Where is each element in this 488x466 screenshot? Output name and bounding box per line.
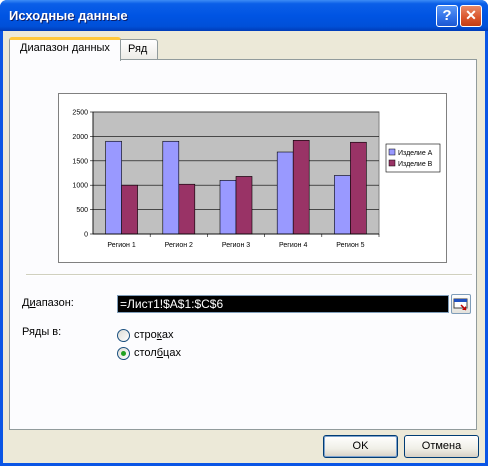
legend-swatch bbox=[388, 148, 396, 156]
close-button[interactable]: ✕ bbox=[460, 5, 482, 27]
bar-series-b bbox=[121, 184, 138, 235]
y-tick-label: 2000 bbox=[72, 134, 88, 141]
close-icon: ✕ bbox=[465, 7, 477, 23]
bar-series-b bbox=[178, 183, 196, 235]
y-tick-label: 1000 bbox=[72, 183, 88, 190]
legend-label: Изделие А bbox=[398, 150, 433, 157]
radio-rows[interactable]: строках bbox=[117, 328, 173, 342]
radio-rows-button[interactable] bbox=[117, 328, 130, 342]
x-tick-label: Регион 3 bbox=[222, 242, 250, 249]
y-tick-label: 500 bbox=[76, 207, 88, 214]
collapse-dialog-button[interactable] bbox=[451, 294, 471, 314]
range-input[interactable]: =Лист1!$A$1:$C$6 bbox=[117, 295, 449, 313]
title-bar[interactable]: Исходные данные ? ✕ bbox=[0, 0, 488, 31]
x-tick-label: Регион 2 bbox=[165, 242, 193, 249]
bar-series-a bbox=[162, 140, 180, 235]
dialog-body: Диапазон данных Ряд 0 500 1000 1500 2000 2500… bbox=[3, 31, 485, 463]
bar-series-a bbox=[276, 151, 294, 235]
chart-preview: 0 500 1000 1500 2000 2500 Регион 1 Регион 2 Реги… bbox=[58, 93, 447, 263]
y-tick-label: 1500 bbox=[72, 158, 88, 165]
radio-columns[interactable]: столбцах bbox=[117, 346, 181, 360]
bar-series-a bbox=[105, 140, 122, 235]
ok-button[interactable]: OK bbox=[323, 435, 398, 458]
bar-series-a bbox=[219, 180, 237, 235]
series-in-label: Ряды в: bbox=[22, 326, 62, 338]
separator bbox=[26, 274, 472, 276]
bar-series-b bbox=[235, 176, 253, 235]
legend-swatch bbox=[388, 159, 396, 167]
range-select-icon bbox=[453, 298, 468, 311]
help-icon: ? bbox=[442, 7, 452, 24]
bar-series-a bbox=[334, 175, 351, 235]
x-tick-label: Регион 1 bbox=[107, 242, 135, 249]
radio-rows-label: строках bbox=[134, 329, 174, 341]
range-label: Диапазон: bbox=[22, 297, 74, 309]
y-tick-label: 2500 bbox=[72, 110, 88, 117]
x-tick-label: Регион 5 bbox=[336, 242, 364, 249]
bar-chart: 0 500 1000 1500 2000 2500 Регион 1 Регион 2 Реги… bbox=[72, 110, 441, 249]
tab-series[interactable]: Ряд bbox=[117, 39, 159, 60]
bar-series-b bbox=[292, 140, 310, 235]
radio-columns-label: столбцах bbox=[134, 347, 181, 359]
dialog-title: Исходные данные bbox=[9, 8, 128, 23]
tab-data-range[interactable]: Диапазон данных bbox=[9, 37, 121, 61]
bar-series-b bbox=[350, 141, 367, 235]
legend-label: Изделие В bbox=[398, 161, 433, 168]
radio-columns-button[interactable] bbox=[117, 346, 130, 360]
y-tick-label: 0 bbox=[84, 232, 88, 239]
dialog-window: Исходные данные ? ✕ Диапазон данных Ряд … bbox=[0, 0, 488, 466]
help-button[interactable]: ? bbox=[436, 5, 458, 27]
cancel-button[interactable]: Отмена bbox=[404, 435, 479, 458]
x-tick-label: Регион 4 bbox=[279, 242, 307, 249]
tab-panel: 0 500 1000 1500 2000 2500 Регион 1 Регион 2 Реги… bbox=[9, 59, 477, 430]
